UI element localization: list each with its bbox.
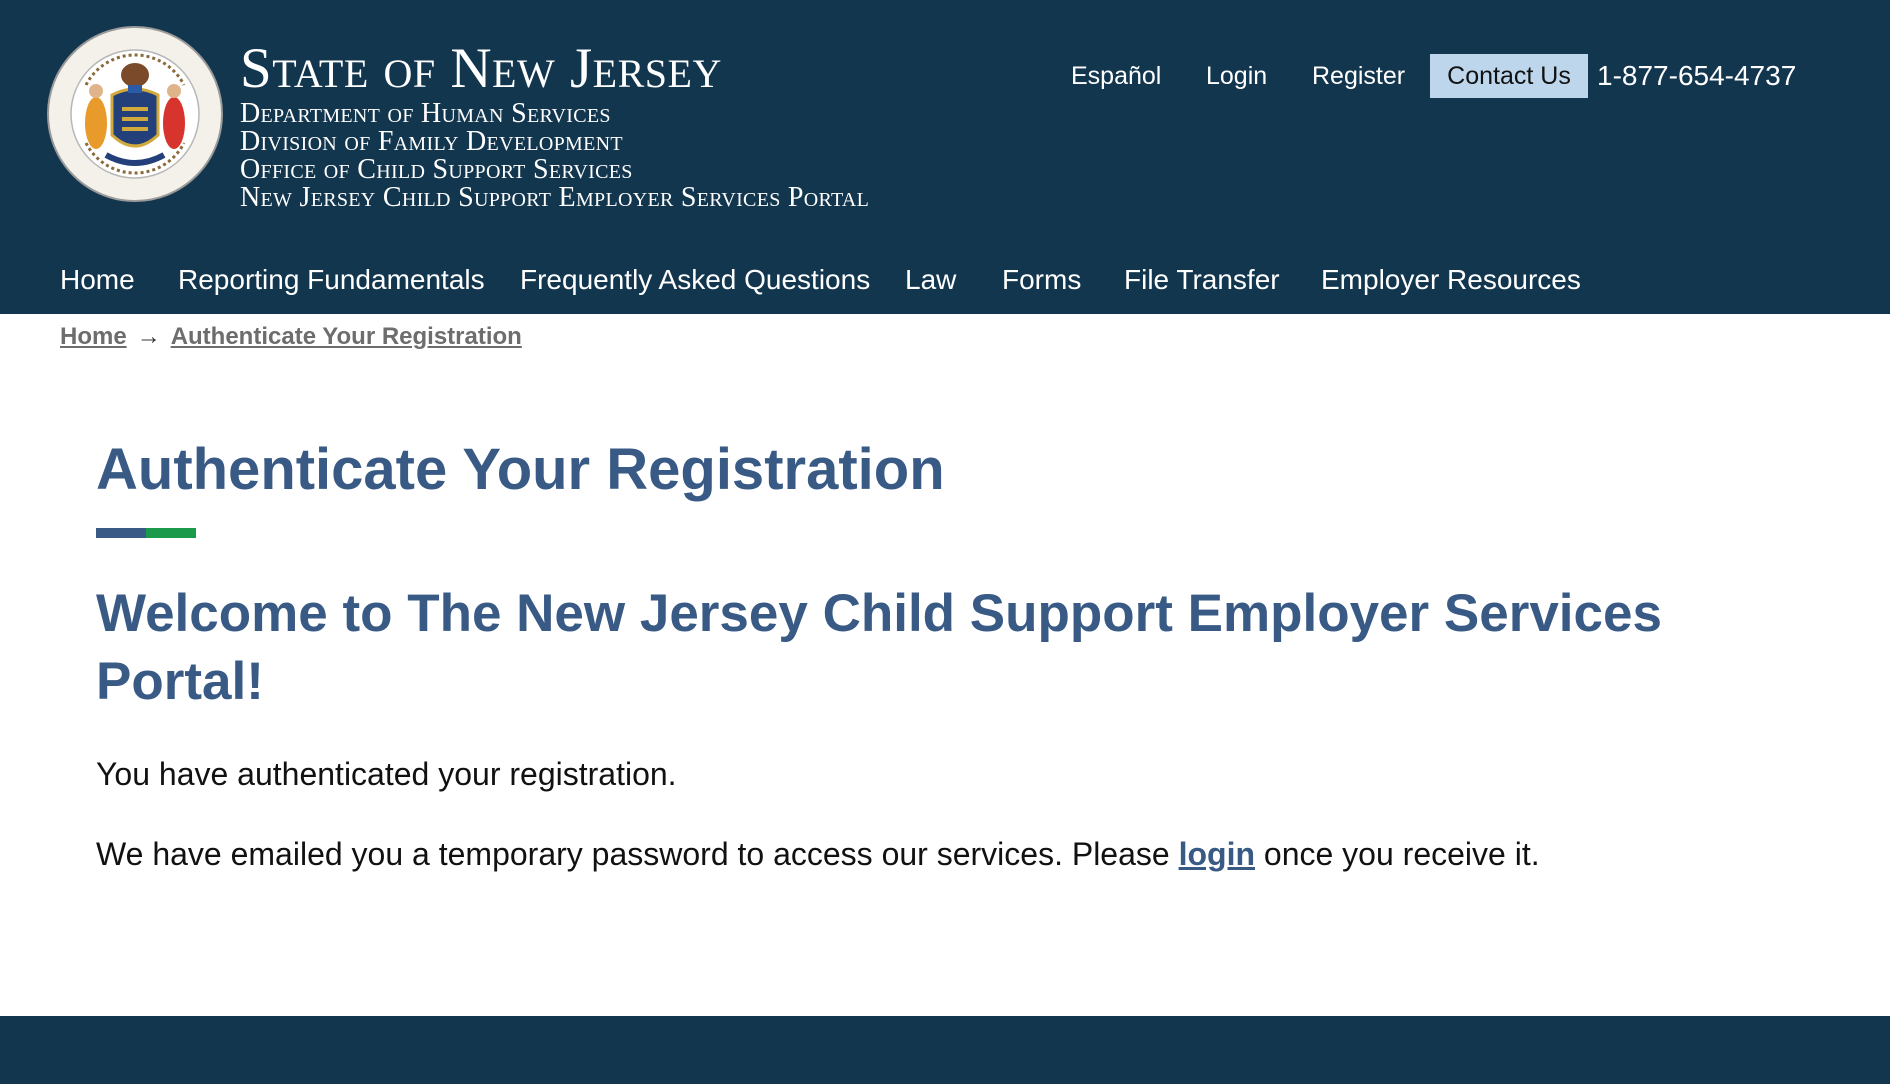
- title-underline-blue: [96, 528, 146, 538]
- nj-state-seal-icon[interactable]: [46, 25, 224, 203]
- brand-portal: New Jersey Child Support Employer Servic…: [240, 182, 870, 213]
- breadcrumb-home-link[interactable]: Home: [60, 323, 127, 350]
- espanol-link[interactable]: Español: [1071, 54, 1161, 98]
- nav-item-faq[interactable]: Frequently Asked Questions: [520, 256, 870, 304]
- brand-division: Division of Family Development: [240, 126, 623, 157]
- register-link[interactable]: Register: [1312, 54, 1405, 98]
- brand-block[interactable]: State of New Jersey Department of Human …: [240, 38, 869, 212]
- authenticated-message: You have authenticated your registration…: [96, 756, 677, 792]
- title-underline-green: [146, 528, 196, 538]
- phone-number[interactable]: 1-877-654-4737: [1597, 54, 1796, 98]
- nav-item-law[interactable]: Law: [905, 256, 956, 304]
- site-header: State of New Jersey Department of Human …: [0, 0, 1890, 314]
- breadcrumb-arrow-icon: →: [136, 323, 161, 350]
- main-content: Authenticate Your Registration Welcome t…: [96, 430, 1836, 874]
- brand-department: Department of Human Services: [240, 98, 611, 129]
- nav-item-file-transfer[interactable]: File Transfer: [1124, 256, 1280, 304]
- brand-title: State of New Jersey: [240, 37, 722, 100]
- contact-us-button[interactable]: Contact Us: [1430, 54, 1588, 98]
- site-footer: [0, 1016, 1890, 1084]
- breadcrumb-current-link[interactable]: Authenticate Your Registration: [171, 323, 522, 350]
- message-text-before: We have emailed you a temporary password…: [96, 836, 1179, 872]
- password-emailed-message: We have emailed you a temporary password…: [96, 834, 1836, 874]
- welcome-heading: Welcome to The New Jersey Child Support …: [96, 584, 1662, 711]
- login-link[interactable]: Login: [1206, 54, 1267, 98]
- nav-item-employer-resources[interactable]: Employer Resources: [1321, 256, 1581, 304]
- title-underline: [96, 528, 196, 538]
- brand-office: Office of Child Support Services: [240, 154, 633, 185]
- page-title: Authenticate Your Registration: [96, 437, 945, 502]
- nav-item-reporting-fundamentals[interactable]: Reporting Fundamentals: [178, 256, 485, 304]
- nav-item-forms[interactable]: Forms: [1002, 256, 1081, 304]
- breadcrumb: Home → Authenticate Your Registration: [60, 320, 522, 354]
- message-text-after: once you receive it.: [1255, 836, 1540, 872]
- nav-item-home[interactable]: Home: [60, 256, 135, 304]
- main-nav: Home Reporting Fundamentals Frequently A…: [0, 256, 1890, 304]
- login-inline-link[interactable]: login: [1179, 836, 1255, 872]
